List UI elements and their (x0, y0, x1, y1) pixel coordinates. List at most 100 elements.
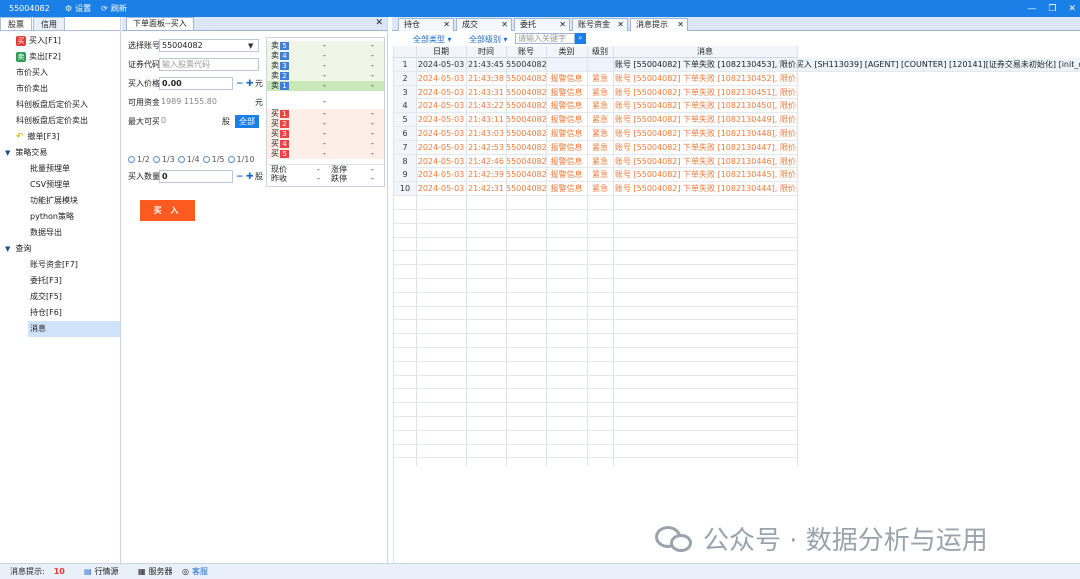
tab-credit[interactable]: 信用 (33, 17, 65, 30)
nav-star-after-buy[interactable]: 科创板盘后定价买入 (0, 97, 120, 113)
all-button[interactable]: 全部 (235, 115, 259, 128)
tab-messages[interactable]: 消息提示 ✕ (630, 18, 688, 31)
bid-row[interactable]: 买2-- (267, 119, 384, 129)
cell-date: 2024-05-03 (417, 170, 465, 180)
close-icon[interactable]: ✕ (375, 18, 383, 29)
table-row[interactable]: 1 2024-05-03 21:43:45 55004082 账号 [55004082]… (394, 58, 1080, 72)
cell-no: 5 (394, 113, 416, 127)
nav-group-query[interactable]: ▼ 查询 (0, 241, 120, 257)
message-count[interactable]: 消息提示: 10 (10, 566, 65, 577)
close-icon[interactable]: ✕ (559, 19, 566, 31)
cell-type: 报警信息 (550, 142, 583, 152)
bid-row[interactable]: 买4-- (267, 139, 384, 149)
ask-row[interactable]: 卖2-- (267, 71, 384, 81)
price-decrease-button[interactable]: − (236, 79, 244, 89)
table-row[interactable]: 7 2024-05-03 21:42:53 55004082 报警信息 紧急 账号 [550… (394, 140, 797, 155)
tab-trades[interactable]: 成交 ✕ (456, 18, 512, 31)
close-icon[interactable]: ✕ (501, 19, 508, 31)
cell-msg: 账号 [55004082] 下单失败 [1082130450], 限价买入 (615, 101, 797, 111)
nav-market-sell[interactable]: 市价卖出 (0, 81, 120, 97)
quote-row-2: 昨收 - 跌停 - (271, 174, 374, 183)
wechat-icon (655, 524, 695, 554)
nav-batch-order[interactable]: 批量预埋单 (0, 161, 120, 177)
table-row[interactable]: 4 2024-05-03 21:43:22 55004082 报警信息 紧急 账号 [550… (394, 99, 797, 114)
close-icon[interactable]: ✕ (677, 19, 684, 31)
nav-extension[interactable]: 功能扩展模块 (0, 193, 120, 209)
maximize-button[interactable]: ❐ (1048, 4, 1056, 14)
cell-acct: 55004082 (506, 170, 546, 180)
price-increase-button[interactable]: ✚ (246, 79, 254, 89)
nav-cancel-order[interactable]: ↶ 撤单[F3] (0, 129, 120, 145)
table-header: 日期 时间 账号 类别 级别 消息 (394, 46, 797, 58)
tab-order-buy[interactable]: 下单面板--买入 (126, 17, 194, 30)
qty-decrease-button[interactable]: − (236, 172, 244, 182)
ask-row[interactable]: 卖3-- (267, 61, 384, 71)
nav-sell[interactable]: 卖卖出[F2] (0, 49, 120, 65)
nav-python-strategy[interactable]: python策略 (0, 209, 120, 225)
cell-level: 紧急 (592, 170, 608, 180)
qty-increase-button[interactable]: ✚ (246, 172, 254, 182)
tab-orders[interactable]: 委托 ✕ (514, 18, 570, 31)
close-icon[interactable]: ✕ (617, 19, 624, 31)
table-row[interactable]: 3 2024-05-03 21:43:31 55004082 报警信息 紧急 账号 [550… (394, 85, 797, 100)
nav-market-buy[interactable]: 市价买入 (0, 65, 120, 81)
nav-group-strategy[interactable]: ▼ 策略交易 (0, 145, 120, 161)
tab-account-funds[interactable]: 账号资金 ✕ (572, 18, 628, 31)
ratio-half[interactable]: 1/2 (128, 155, 150, 164)
search-input[interactable]: 请输入关键字 (515, 33, 575, 44)
close-icon[interactable]: ✕ (443, 19, 450, 31)
settings-button[interactable]: ⚙ 设置 (65, 3, 91, 14)
left-tabs: 股票 信用 (0, 17, 120, 31)
search-icon[interactable]: ⌕ (575, 33, 586, 44)
ask-row[interactable]: 卖1-- (267, 81, 384, 91)
nav-csv-order[interactable]: CSV预埋单 (0, 177, 120, 193)
tab-stock[interactable]: 股票 (0, 17, 32, 30)
server-status[interactable]: ▦ 服务器 (138, 566, 173, 577)
ratio-quarter[interactable]: 1/4 (177, 155, 200, 164)
table-row[interactable]: 9 2024-05-03 21:42:39 55004082 报警信息 紧急 账号 [550… (394, 168, 797, 183)
tab-positions[interactable]: 持仓 ✕ (398, 18, 454, 31)
nav-account-funds[interactable]: 账号资金[F7] (0, 257, 120, 273)
ratio-tenth[interactable]: 1/10 (227, 155, 254, 164)
table-row[interactable]: 6 2024-05-03 21:43:03 55004082 报警信息 紧急 账号 [550… (394, 127, 797, 141)
buy-button[interactable]: 买 入 (140, 200, 195, 221)
ratio-third[interactable]: 1/3 (152, 155, 175, 164)
nav-buy[interactable]: 买买入[F1] (0, 33, 120, 49)
ask-row[interactable]: 卖5-- (267, 41, 384, 51)
quote-source[interactable]: ▤ 行情源 (84, 566, 119, 577)
nav-star-after-sell[interactable]: 科创板盘后定价卖出 (0, 113, 120, 129)
account-select[interactable]: 55004082 (159, 39, 259, 52)
ratio-fifth[interactable]: 1/5 (202, 155, 225, 164)
cell-level: 紧急 (592, 87, 608, 97)
close-button[interactable]: ✕ (1068, 4, 1076, 14)
table-row[interactable]: 10 2024-05-03 21:42:31 55004082 报警信息 紧急 账号 [55… (394, 182, 797, 196)
table-row[interactable]: 2 2024-05-03 21:43:38 55004082 报警信息 紧急 账号 [550… (394, 71, 797, 86)
nav-data-export[interactable]: 数据导出 (0, 225, 120, 241)
chevron-down-icon[interactable]: ▼ (248, 42, 253, 50)
ratio-options: 1/2 1/3 1/4 1/5 1/10 (128, 155, 254, 164)
nav-trades[interactable]: 成交[F5] (0, 289, 120, 305)
nav-messages[interactable]: 消息 (28, 321, 120, 337)
ask-row[interactable]: 卖4-- (267, 51, 384, 61)
quantity-input[interactable]: 0 (159, 170, 233, 183)
cell-type: 报警信息 (550, 101, 583, 111)
bid-row[interactable]: 买3-- (267, 129, 384, 139)
refresh-button[interactable]: ⟳ 刷新 (101, 3, 127, 14)
cell-msg: 账号 [55004082] 下单失败 [1082130445], 限价买入 (615, 170, 797, 180)
table-row[interactable]: 5 2024-05-03 21:43:11 55004082 报警信息 紧急 账号 [550… (394, 113, 797, 127)
customer-service[interactable]: ◎ 客服 (182, 566, 208, 577)
bid-row[interactable]: 买5-- (267, 149, 384, 159)
minimize-button[interactable]: — (1027, 4, 1036, 14)
nav-orders[interactable]: 委托[F3] (0, 273, 120, 289)
code-input[interactable]: 输入股票代码 (159, 58, 259, 71)
level-filter[interactable]: 全部级别 ▾ (469, 34, 508, 45)
cell-type: 报警信息 (550, 156, 583, 166)
bid-row[interactable]: 买1-- (267, 109, 384, 119)
table-row[interactable]: 8 2024-05-03 21:42:46 55004082 报警信息 紧急 账号 [550… (394, 154, 797, 169)
price-input[interactable]: 0.00 (159, 77, 233, 90)
nav-positions[interactable]: 持仓[F6] (0, 305, 120, 321)
cell-type: 报警信息 (550, 87, 583, 97)
type-filter[interactable]: 全部类型 ▾ (413, 34, 452, 45)
cell-no: 1 (394, 58, 416, 71)
cell-time: 21:43:31 (468, 87, 504, 97)
